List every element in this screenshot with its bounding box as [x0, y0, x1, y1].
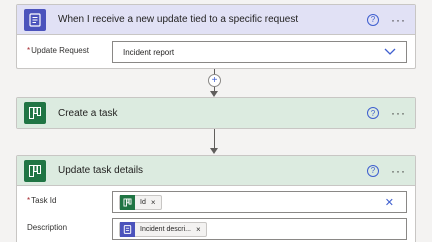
description-row: Description Incident descri... × — [17, 218, 415, 240]
create-task-card: Create a task ? ··· — [16, 97, 416, 129]
planner-icon — [24, 102, 46, 124]
clear-icon[interactable]: ✕ — [385, 196, 394, 209]
more-options-button[interactable]: ··· — [391, 14, 406, 26]
planner-icon — [24, 159, 46, 182]
connector-line — [214, 129, 215, 149]
remove-token-button[interactable]: × — [151, 198, 156, 207]
description-label: Description — [27, 223, 68, 232]
chevron-down-icon — [384, 48, 396, 55]
planner-icon — [120, 194, 135, 210]
incident-description-token-label: Incident descri... — [140, 225, 191, 233]
help-icon[interactable]: ? — [367, 107, 379, 119]
forms-icon — [24, 8, 46, 31]
add-step-button[interactable]: + — [208, 74, 221, 87]
create-task-header[interactable]: Create a task ? ··· — [17, 98, 415, 128]
id-token[interactable]: Id × — [119, 194, 162, 210]
trigger-card: When I receive a new update tied to a sp… — [16, 4, 416, 69]
help-icon[interactable]: ? — [367, 13, 379, 26]
update-task-title: Update task details — [58, 165, 144, 176]
flow-canvas: When I receive a new update tied to a sp… — [0, 0, 432, 242]
task-id-field[interactable]: Id × ✕ — [112, 191, 407, 213]
task-id-label: *Task Id — [27, 196, 57, 205]
more-options-button[interactable]: ··· — [391, 165, 406, 177]
task-id-row: *Task Id Id × ✕ — [17, 191, 415, 213]
update-task-header[interactable]: Update task details ? ··· — [17, 156, 415, 186]
update-request-value: Incident report — [123, 47, 175, 57]
update-request-row: *Update Request Incident report — [17, 41, 415, 63]
trigger-header[interactable]: When I receive a new update tied to a sp… — [17, 5, 415, 35]
incident-description-token[interactable]: Incident descri... × — [119, 221, 207, 237]
id-token-label: Id — [140, 198, 146, 206]
update-request-label: *Update Request — [27, 46, 89, 55]
update-task-card: Update task details ? ··· *Task Id Id × … — [16, 155, 416, 242]
update-request-dropdown[interactable]: Incident report — [112, 41, 407, 63]
more-options-button[interactable]: ··· — [391, 107, 406, 119]
trigger-title: When I receive a new update tied to a sp… — [58, 14, 299, 25]
description-field[interactable]: Incident descri... × — [112, 218, 407, 240]
connector-arrow-icon — [210, 148, 218, 154]
help-icon[interactable]: ? — [367, 164, 379, 177]
remove-token-button[interactable]: × — [196, 225, 201, 234]
create-task-title: Create a task — [58, 107, 118, 119]
forms-icon — [120, 221, 135, 237]
